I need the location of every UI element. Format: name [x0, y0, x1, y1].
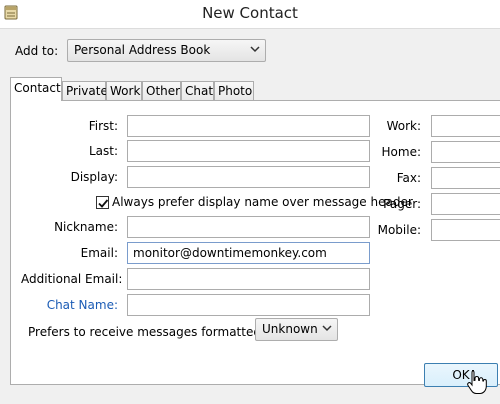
mobile-label: Mobile: [377, 223, 421, 237]
add-to-label: Add to: [15, 44, 59, 58]
prefer-display-checkbox[interactable] [96, 196, 109, 209]
checkmark-icon [98, 199, 109, 208]
chevron-down-icon [322, 325, 332, 332]
additional-email-label: Additional Email: [21, 272, 123, 286]
tab-other[interactable]: Other [142, 81, 181, 100]
prefer-display-label: Always prefer display name over message … [112, 195, 413, 209]
first-name-field[interactable] [127, 115, 370, 137]
tab-contact[interactable]: Contact [10, 77, 62, 101]
chevron-down-icon [250, 46, 260, 53]
format-selected: Unknown [262, 322, 318, 336]
format-select[interactable]: Unknown [255, 318, 338, 341]
format-label: Prefers to receive messages formatted as… [28, 325, 283, 339]
address-book-select[interactable]: Personal Address Book [67, 39, 266, 62]
email-field[interactable]: monitor@downtimemonkey.com [127, 242, 370, 264]
address-book-selected: Personal Address Book [74, 43, 211, 57]
fax-field[interactable] [431, 167, 500, 189]
tab-chat[interactable]: Chat [181, 81, 214, 100]
fax-label: Fax: [396, 171, 421, 185]
tab-work[interactable]: Work [106, 81, 142, 100]
contact-panel: First: Last: Display: Always prefer disp… [10, 100, 500, 385]
display-name-field[interactable] [127, 166, 370, 188]
nickname-label: Nickname: [54, 220, 118, 234]
display-name-label: Display: [70, 170, 118, 184]
last-name-field[interactable] [127, 140, 370, 162]
chat-name-field[interactable] [127, 294, 370, 316]
additional-email-field[interactable] [127, 268, 370, 290]
nickname-field[interactable] [127, 216, 370, 238]
work-phone-field[interactable] [431, 115, 500, 137]
work-phone-label: Work: [386, 119, 421, 133]
first-name-label: First: [88, 119, 118, 133]
tab-photo[interactable]: Photo [214, 81, 254, 100]
dialog-body: Add to: Personal Address Book Contact Pr… [0, 28, 500, 404]
pager-label: Pager: [383, 197, 421, 211]
last-name-label: Last: [88, 144, 118, 158]
ok-button[interactable]: OK [424, 363, 498, 387]
tab-private[interactable]: Private [62, 81, 108, 100]
mobile-field[interactable] [431, 219, 500, 241]
home-phone-field[interactable] [431, 141, 500, 163]
chat-name-label[interactable]: Chat Name: [29, 298, 118, 312]
home-phone-label: Home: [381, 145, 421, 159]
email-label: Email: [80, 246, 118, 260]
window-title: New Contact [202, 4, 298, 22]
title-bar: New Contact [0, 0, 500, 28]
pager-field[interactable] [431, 193, 500, 215]
